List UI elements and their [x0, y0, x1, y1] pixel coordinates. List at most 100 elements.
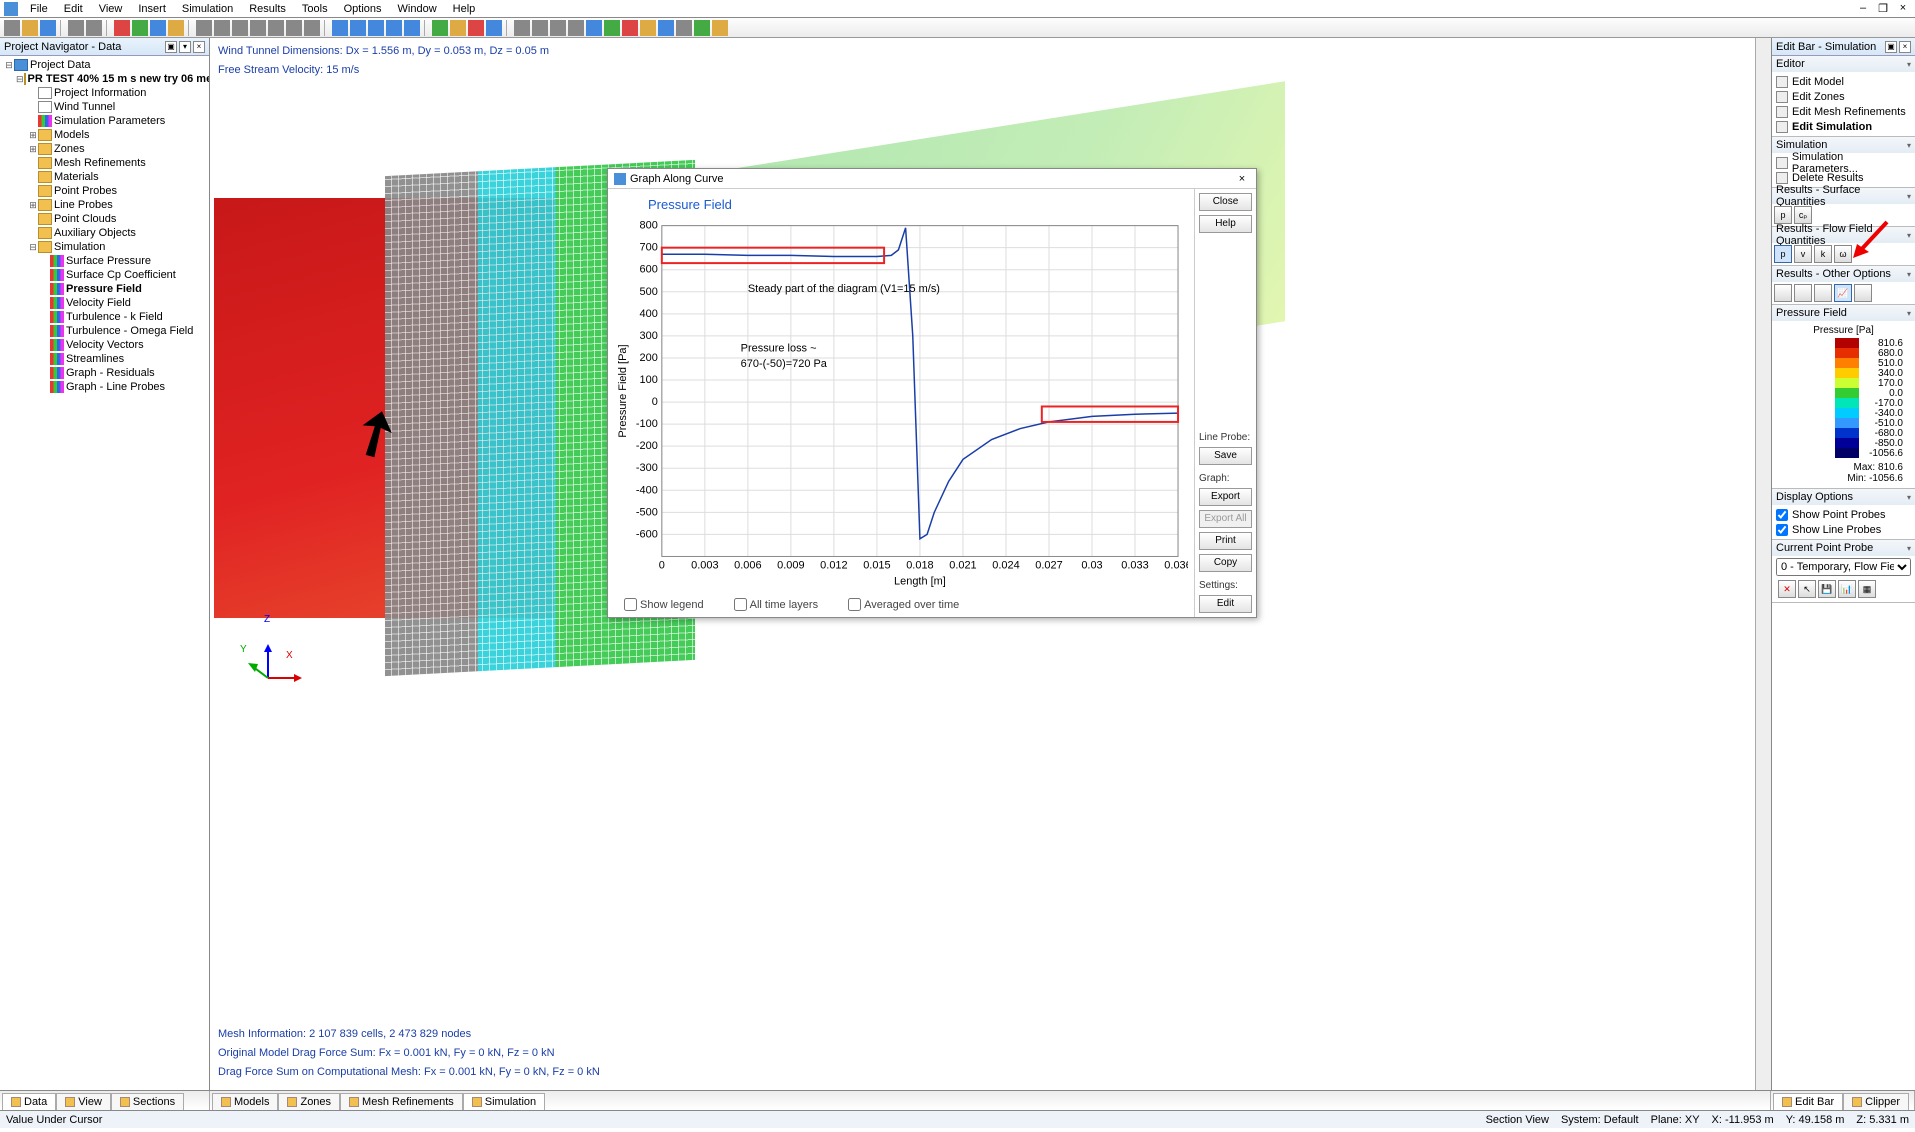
tool-open[interactable] — [22, 20, 38, 36]
chk-point-probes[interactable]: Show Point Probes — [1776, 507, 1911, 522]
tool-pan[interactable] — [386, 20, 402, 36]
tree-item[interactable]: Mesh Refinements — [2, 156, 207, 170]
tool-view-iso[interactable] — [304, 20, 320, 36]
probe-btn-save[interactable]: 💾 — [1818, 580, 1836, 598]
tree-item[interactable]: Project Information — [2, 86, 207, 100]
tab-simulation[interactable]: Simulation — [463, 1093, 545, 1110]
tree-item[interactable]: Surface Cp Coefficient — [2, 268, 207, 282]
tool-misc-12[interactable] — [712, 20, 728, 36]
tool-redo[interactable] — [86, 20, 102, 36]
section-pressure-field[interactable]: Pressure Field▾ — [1772, 305, 1915, 321]
editbar-pin-icon[interactable]: ▣ — [1885, 41, 1897, 53]
print-button[interactable]: Print — [1199, 532, 1252, 550]
edit-zones[interactable]: Edit Zones — [1776, 89, 1911, 104]
edit-simulation[interactable]: Edit Simulation — [1776, 119, 1911, 134]
tool-new[interactable] — [4, 20, 20, 36]
tree-item[interactable]: Turbulence - Omega Field — [2, 324, 207, 338]
tool-zoom-out[interactable] — [368, 20, 384, 36]
menu-simulation[interactable]: Simulation — [174, 1, 241, 17]
tool-view-right[interactable] — [250, 20, 266, 36]
tool-probe[interactable] — [468, 20, 484, 36]
minimize-button[interactable]: – — [1855, 2, 1871, 15]
tool-save[interactable] — [40, 20, 56, 36]
btn-surface-cp[interactable]: cₚ — [1794, 206, 1812, 224]
navigator-tree[interactable]: ⊟Project Data⊟PR TEST 40% 15 m s new try… — [0, 56, 209, 1090]
panel-pin-icon[interactable]: ▣ — [165, 41, 177, 53]
tab-mesh-refinements[interactable]: Mesh Refinements — [340, 1093, 463, 1110]
menu-view[interactable]: View — [91, 1, 131, 17]
section-flowfield-q[interactable]: Results - Flow Field Quantities▾ — [1772, 227, 1915, 243]
tool-mesh[interactable] — [150, 20, 166, 36]
tab-view[interactable]: View — [56, 1093, 111, 1110]
restore-button[interactable]: ❐ — [1875, 2, 1891, 15]
menu-edit[interactable]: Edit — [56, 1, 91, 17]
tree-item[interactable]: Turbulence - k Field — [2, 310, 207, 324]
menu-insert[interactable]: Insert — [130, 1, 174, 17]
probe-btn-delete[interactable]: ✕ — [1778, 580, 1796, 598]
save-button[interactable]: Save — [1199, 447, 1252, 465]
tab-editbar[interactable]: Edit Bar — [1773, 1093, 1843, 1110]
edit-model[interactable]: Edit Model — [1776, 74, 1911, 89]
chk-all-time-layers[interactable]: All time layers — [734, 598, 818, 611]
tree-item[interactable]: Wind Tunnel — [2, 100, 207, 114]
chk-averaged[interactable]: Averaged over time — [848, 598, 959, 611]
panel-dropdown-icon[interactable]: ▾ — [179, 41, 191, 53]
tree-item[interactable]: Surface Pressure — [2, 254, 207, 268]
tool-misc-11[interactable] — [694, 20, 710, 36]
viewport-scrollbar[interactable] — [1755, 38, 1771, 1090]
btn-opt-4-graph[interactable]: 📈 — [1834, 284, 1852, 302]
tree-item[interactable]: Velocity Field — [2, 296, 207, 310]
tool-misc-3[interactable] — [550, 20, 566, 36]
section-surface-q[interactable]: Results - Surface Quantities▾ — [1772, 188, 1915, 204]
tree-item[interactable]: Velocity Vectors — [2, 338, 207, 352]
viewport[interactable]: ➚ Wind Tunnel Dimensions: Dx = 1.556 m, … — [210, 38, 1771, 1090]
tool-view-back[interactable] — [214, 20, 230, 36]
btn-opt-2[interactable] — [1794, 284, 1812, 302]
tool-zoom-in[interactable] — [350, 20, 366, 36]
dialog-help-button[interactable]: Help — [1199, 215, 1252, 233]
tool-view-top[interactable] — [268, 20, 284, 36]
tool-view-left[interactable] — [232, 20, 248, 36]
tool-misc-2[interactable] — [532, 20, 548, 36]
tool-misc-5[interactable] — [586, 20, 602, 36]
dialog-titlebar[interactable]: Graph Along Curve × — [608, 169, 1256, 189]
tool-view-bottom[interactable] — [286, 20, 302, 36]
tool-misc-8[interactable] — [640, 20, 656, 36]
tool-stream[interactable] — [486, 20, 502, 36]
menu-file[interactable]: File — [22, 1, 56, 17]
tab-models[interactable]: Models — [212, 1093, 278, 1110]
edit-button[interactable]: Edit — [1199, 595, 1252, 613]
tree-item[interactable]: ⊞Line Probes — [2, 198, 207, 212]
dialog-close-button[interactable]: Close — [1199, 193, 1252, 211]
export-button[interactable]: Export — [1199, 488, 1252, 506]
probe-btn-pick[interactable]: ↖ — [1798, 580, 1816, 598]
menu-options[interactable]: Options — [336, 1, 390, 17]
tree-item[interactable]: ⊟Project Data — [2, 58, 207, 72]
tab-sections[interactable]: Sections — [111, 1093, 184, 1110]
tab-zones[interactable]: Zones — [278, 1093, 340, 1110]
tool-run[interactable] — [132, 20, 148, 36]
tree-item[interactable]: ⊞Zones — [2, 142, 207, 156]
btn-field-omega[interactable]: ω — [1834, 245, 1852, 263]
tool-undo[interactable] — [68, 20, 84, 36]
editbar-close-icon[interactable]: × — [1899, 41, 1911, 53]
tab-clipper[interactable]: Clipper — [1843, 1093, 1909, 1110]
dialog-close-icon[interactable]: × — [1234, 173, 1250, 185]
tool-view-front[interactable] — [196, 20, 212, 36]
section-point-probe[interactable]: Current Point Probe▾ — [1772, 540, 1915, 556]
tool-misc-10[interactable] — [676, 20, 692, 36]
tree-item[interactable]: Materials — [2, 170, 207, 184]
btn-field-v[interactable]: v — [1794, 245, 1812, 263]
btn-surface-p[interactable]: p — [1774, 206, 1792, 224]
tool-result[interactable] — [168, 20, 184, 36]
btn-opt-3[interactable] — [1814, 284, 1832, 302]
menu-window[interactable]: Window — [390, 1, 445, 17]
simulation-params[interactable]: Simulation Parameters... — [1776, 155, 1911, 170]
edit-mesh-refinements[interactable]: Edit Mesh Refinements — [1776, 104, 1911, 119]
btn-field-k[interactable]: k — [1814, 245, 1832, 263]
tool-zoom-fit[interactable] — [332, 20, 348, 36]
menu-tools[interactable]: Tools — [294, 1, 336, 17]
tree-item[interactable]: ⊞Models — [2, 128, 207, 142]
chk-show-legend[interactable]: Show legend — [624, 598, 704, 611]
tree-item[interactable]: Streamlines — [2, 352, 207, 366]
